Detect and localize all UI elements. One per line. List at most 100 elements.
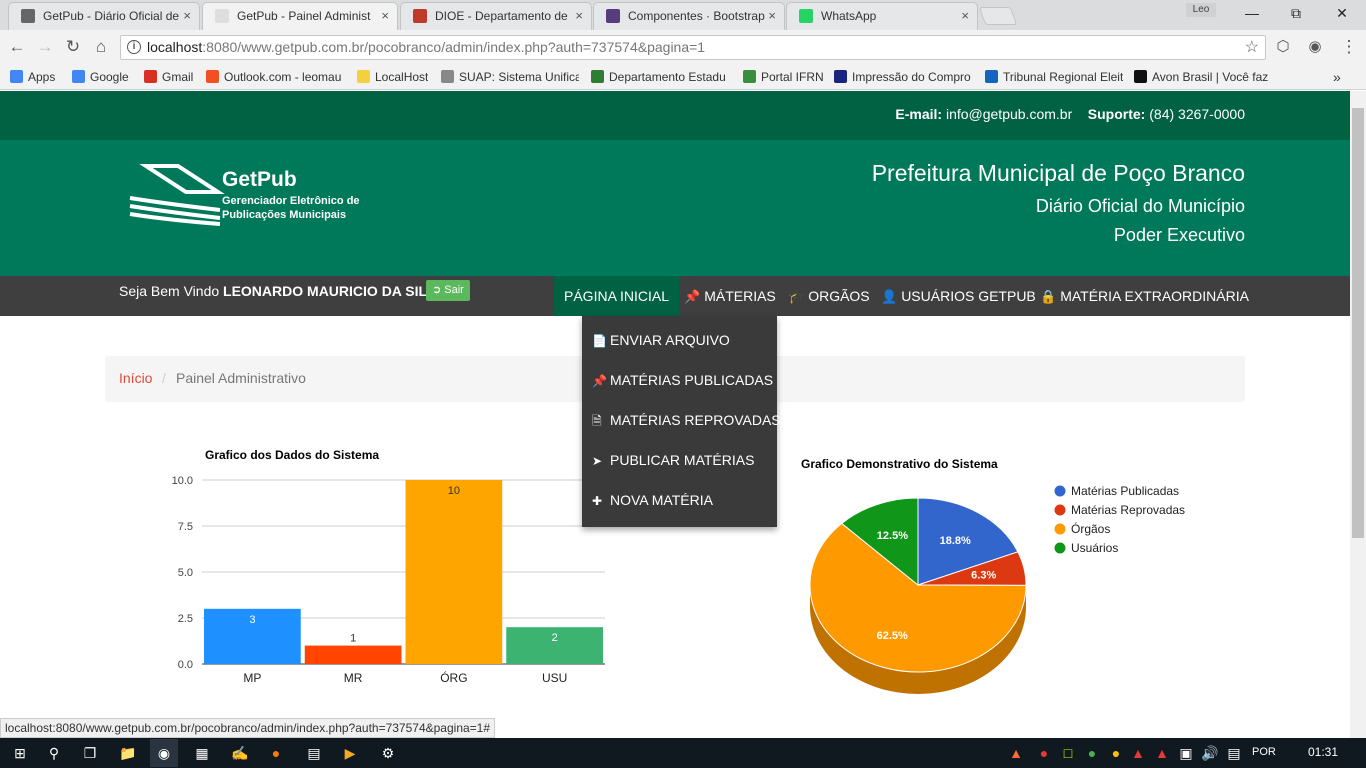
bookmark-item[interactable]: Google [72,68,129,86]
notepad-icon[interactable]: ▤ [304,743,324,763]
x-tick-label: USU [542,671,567,685]
file-explorer-icon[interactable]: 📁 [118,743,138,763]
bookmark-item[interactable]: Portal IFRN [743,68,824,86]
clock[interactable]: 01:31 [1308,745,1338,759]
bookmark-item[interactable]: SUAP: Sistema Unifica [441,68,579,86]
back-icon[interactable]: ← [6,36,28,58]
address-bar[interactable]: i localhost:8080/www.getpub.com.br/pocob… [120,35,1266,60]
browser-tab[interactable]: DIOE - Departamento de × [400,2,592,30]
restore-icon[interactable]: ⧉ [1276,2,1316,24]
nav-label: MÁTERIAS [704,288,776,304]
extension-icon[interactable]: ◉ [1304,36,1326,58]
bookmark-item[interactable]: LocalHost [357,68,428,86]
breadcrumb-current: Painel Administrativo [176,370,306,386]
tab-title: WhatsApp [821,9,877,23]
minimize-icon[interactable]: — [1232,2,1272,24]
bookmark-item[interactable]: Avon Brasil | Você faz [1134,68,1274,86]
receipt-icon [834,70,847,83]
message-icon[interactable]: ▤ [1224,743,1244,763]
antivirus-icon[interactable]: ▲ [1128,743,1148,763]
browser-tab[interactable]: GetPub - Diário Oficial de × [8,2,200,30]
scrollbar-thumb[interactable] [1352,108,1364,538]
reload-icon[interactable]: ↻ [62,36,84,58]
google-icon [72,70,85,83]
breadcrumb-separator: / [162,370,166,386]
bookmark-item[interactable]: Impressão do Compro [834,68,974,86]
speaker-alert-icon[interactable]: ▲ [1006,743,1026,763]
menu-item-materias-publicadas[interactable]: 📌 MATÉRIAS PUBLICADAS [592,372,773,388]
home-icon[interactable]: ⌂ [90,36,112,58]
browser-tab-active[interactable]: GetPub - Painel Administ × [202,2,398,30]
y-tick-label: 10.0 [172,475,193,487]
language-indicator[interactable]: POR [1252,746,1276,758]
folder-icon [357,70,370,83]
antivirus-icon[interactable]: ▲ [1152,743,1172,763]
nav-orgaos[interactable]: 🎓 ORGÃOS [778,276,880,316]
search-icon[interactable]: ⚲ [44,743,64,763]
legend-marker [1054,542,1066,554]
extension-icon[interactable]: ⬡ [1272,36,1294,58]
gear-icon[interactable]: ⚙ [378,743,398,763]
chrome-icon[interactable]: ◉ [150,739,178,767]
legend-marker [1054,523,1066,535]
nav-materia-extraordinaria[interactable]: 🔒 MATÉRIA EXTRAORDINÁRIA [1030,276,1259,316]
y-tick-label: 0.0 [178,659,193,671]
tray-app-icon[interactable]: □ [1058,743,1078,763]
task-view-icon[interactable]: ❐ [80,743,100,763]
menu-item-enviar-arquivo[interactable]: 📄 ENVIAR ARQUIVO [592,332,730,348]
tab-close-icon[interactable]: × [575,3,583,29]
profile-button[interactable]: Leo [1186,3,1216,17]
nav-usuarios[interactable]: 👤 USUÁRIOS GETPUB [871,276,1046,316]
bookmark-label: LocalHost [375,70,429,84]
email-value: info@getpub.com.br [945,106,1073,122]
tray-app-icon[interactable]: ● [1106,743,1126,763]
logout-button[interactable]: ➲ Sair [426,280,470,301]
close-window-icon[interactable]: ✕ [1322,2,1362,24]
bookmark-item[interactable]: Departamento Estadu [591,68,729,86]
nav-home[interactable]: PÁGINA INICIAL [554,276,680,316]
nav-materias[interactable]: 📌 MÁTERIAS [674,276,786,316]
windows-start-icon[interactable]: ⊞ [10,743,30,763]
bookmark-item[interactable]: Tribunal Regional Eleit [985,68,1123,86]
bookmark-item[interactable]: Gmail [144,68,193,86]
app-icon[interactable]: ▦ [192,743,212,763]
apps-icon [10,70,23,83]
bookmark-item[interactable]: Outlook.com - leomau [206,68,346,86]
breadcrumb-home-link[interactable]: Início [119,370,152,386]
star-icon[interactable]: ☆ [1245,36,1259,59]
bookmarks-bar: Apps Google Gmail Outlook.com - leomau L… [0,64,1366,90]
more-bookmarks-button[interactable]: » [1333,68,1341,86]
pin-icon: 📌 [592,374,607,388]
info-icon[interactable]: i [127,40,141,54]
menu-item-nova-materia[interactable]: ✚ NOVA MATÉRIA [592,492,713,508]
bookmark-label: Apps [28,70,56,84]
tab-close-icon[interactable]: × [381,3,389,29]
browser-tab[interactable]: WhatsApp × [786,2,978,30]
volume-icon[interactable]: 🔊 [1200,743,1220,763]
tab-close-icon[interactable]: × [768,3,776,29]
bookmark-label: Google [90,70,129,84]
tab-close-icon[interactable]: × [961,3,969,29]
menu-item-publicar-materias[interactable]: ➤ PUBLICAR MATÉRIAS [592,452,754,468]
menu-item-materias-reprovadas[interactable]: 🗎 MATÉRIAS REPROVADAS [592,412,781,433]
send-icon: ➤ [592,454,603,468]
tray-app-icon[interactable]: ● [1034,743,1054,763]
bookmark-apps[interactable]: Apps [10,68,55,86]
notes-icon[interactable]: ✍ [230,743,250,763]
forward-icon[interactable]: → [34,36,56,58]
browser-tab[interactable]: Componentes · Bootstrap × [593,2,785,30]
network-icon[interactable]: ▣ [1176,743,1196,763]
tray-app-icon[interactable]: ● [1082,743,1102,763]
x-tick-label: MP [243,671,261,685]
bar-chart: Grafico dos Dados do Sistema 0.0 2.5 5.0 7.5… [172,448,605,685]
firefox-icon[interactable]: ● [266,743,286,763]
legend-marker [1054,504,1066,516]
media-player-icon[interactable]: ▶ [340,743,360,763]
url-host: localhost [147,39,203,55]
new-tab-button[interactable] [978,7,1018,25]
tab-close-icon[interactable]: × [183,3,191,29]
menu-icon[interactable]: ⋮ [1338,36,1360,58]
graduation-cap-icon: 🎓 [788,289,805,304]
contact-bar: E-mail: info@getpub.com.br Suporte: (84)… [0,91,1350,140]
plus-icon: ✚ [592,494,603,508]
